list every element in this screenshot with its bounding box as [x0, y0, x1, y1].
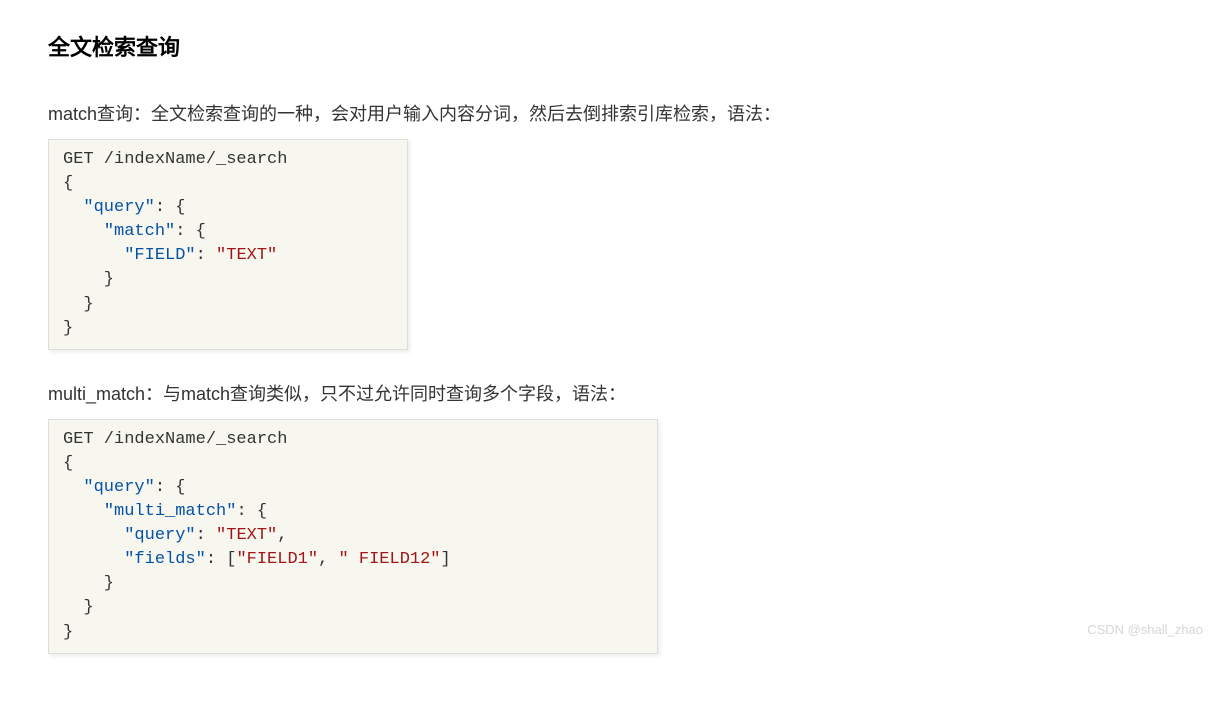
watermark: CSDN @shall_zhao	[1087, 622, 1203, 637]
json-key: "query"	[124, 526, 195, 545]
json-key: "query"	[83, 198, 154, 217]
code-text: ,	[318, 550, 338, 569]
code-text: ]	[441, 550, 451, 569]
code-line: }	[63, 574, 114, 593]
code-text: : {	[175, 222, 206, 241]
code-text: ,	[277, 526, 287, 545]
code-line: }	[63, 623, 73, 642]
code-text: : [	[206, 550, 237, 569]
json-string: "TEXT"	[216, 246, 277, 265]
code-line: GET /indexName/_search	[63, 150, 287, 169]
section-heading: 全文检索查询	[48, 30, 1167, 62]
json-string: " FIELD12"	[338, 550, 440, 569]
match-code-block: GET /indexName/_search { "query": { "mat…	[48, 139, 408, 350]
multi-match-code-block: GET /indexName/_search { "query": { "mul…	[48, 419, 658, 654]
code-text: : {	[236, 502, 267, 521]
json-string: "FIELD1"	[236, 550, 318, 569]
multi-match-description: multi_match：与match查询类似，只不过允许同时查询多个字段，语法：	[48, 380, 1167, 409]
code-text: :	[196, 246, 216, 265]
code-text: :	[196, 526, 216, 545]
code-line: }	[63, 270, 114, 289]
code-line: {	[63, 454, 73, 473]
code-line: GET /indexName/_search	[63, 430, 287, 449]
json-key: "fields"	[124, 550, 206, 569]
json-key: "query"	[83, 478, 154, 497]
json-string: "TEXT"	[216, 526, 277, 545]
code-text: : {	[155, 478, 186, 497]
match-description: match查询：全文检索查询的一种，会对用户输入内容分词，然后去倒排索引库检索，…	[48, 100, 1167, 129]
code-line: }	[63, 598, 94, 617]
json-key: "match"	[104, 222, 175, 241]
code-line: }	[63, 319, 73, 338]
code-line: }	[63, 295, 94, 314]
json-key: "multi_match"	[104, 502, 237, 521]
code-text: : {	[155, 198, 186, 217]
json-key: "FIELD"	[124, 246, 195, 265]
code-line: {	[63, 174, 73, 193]
